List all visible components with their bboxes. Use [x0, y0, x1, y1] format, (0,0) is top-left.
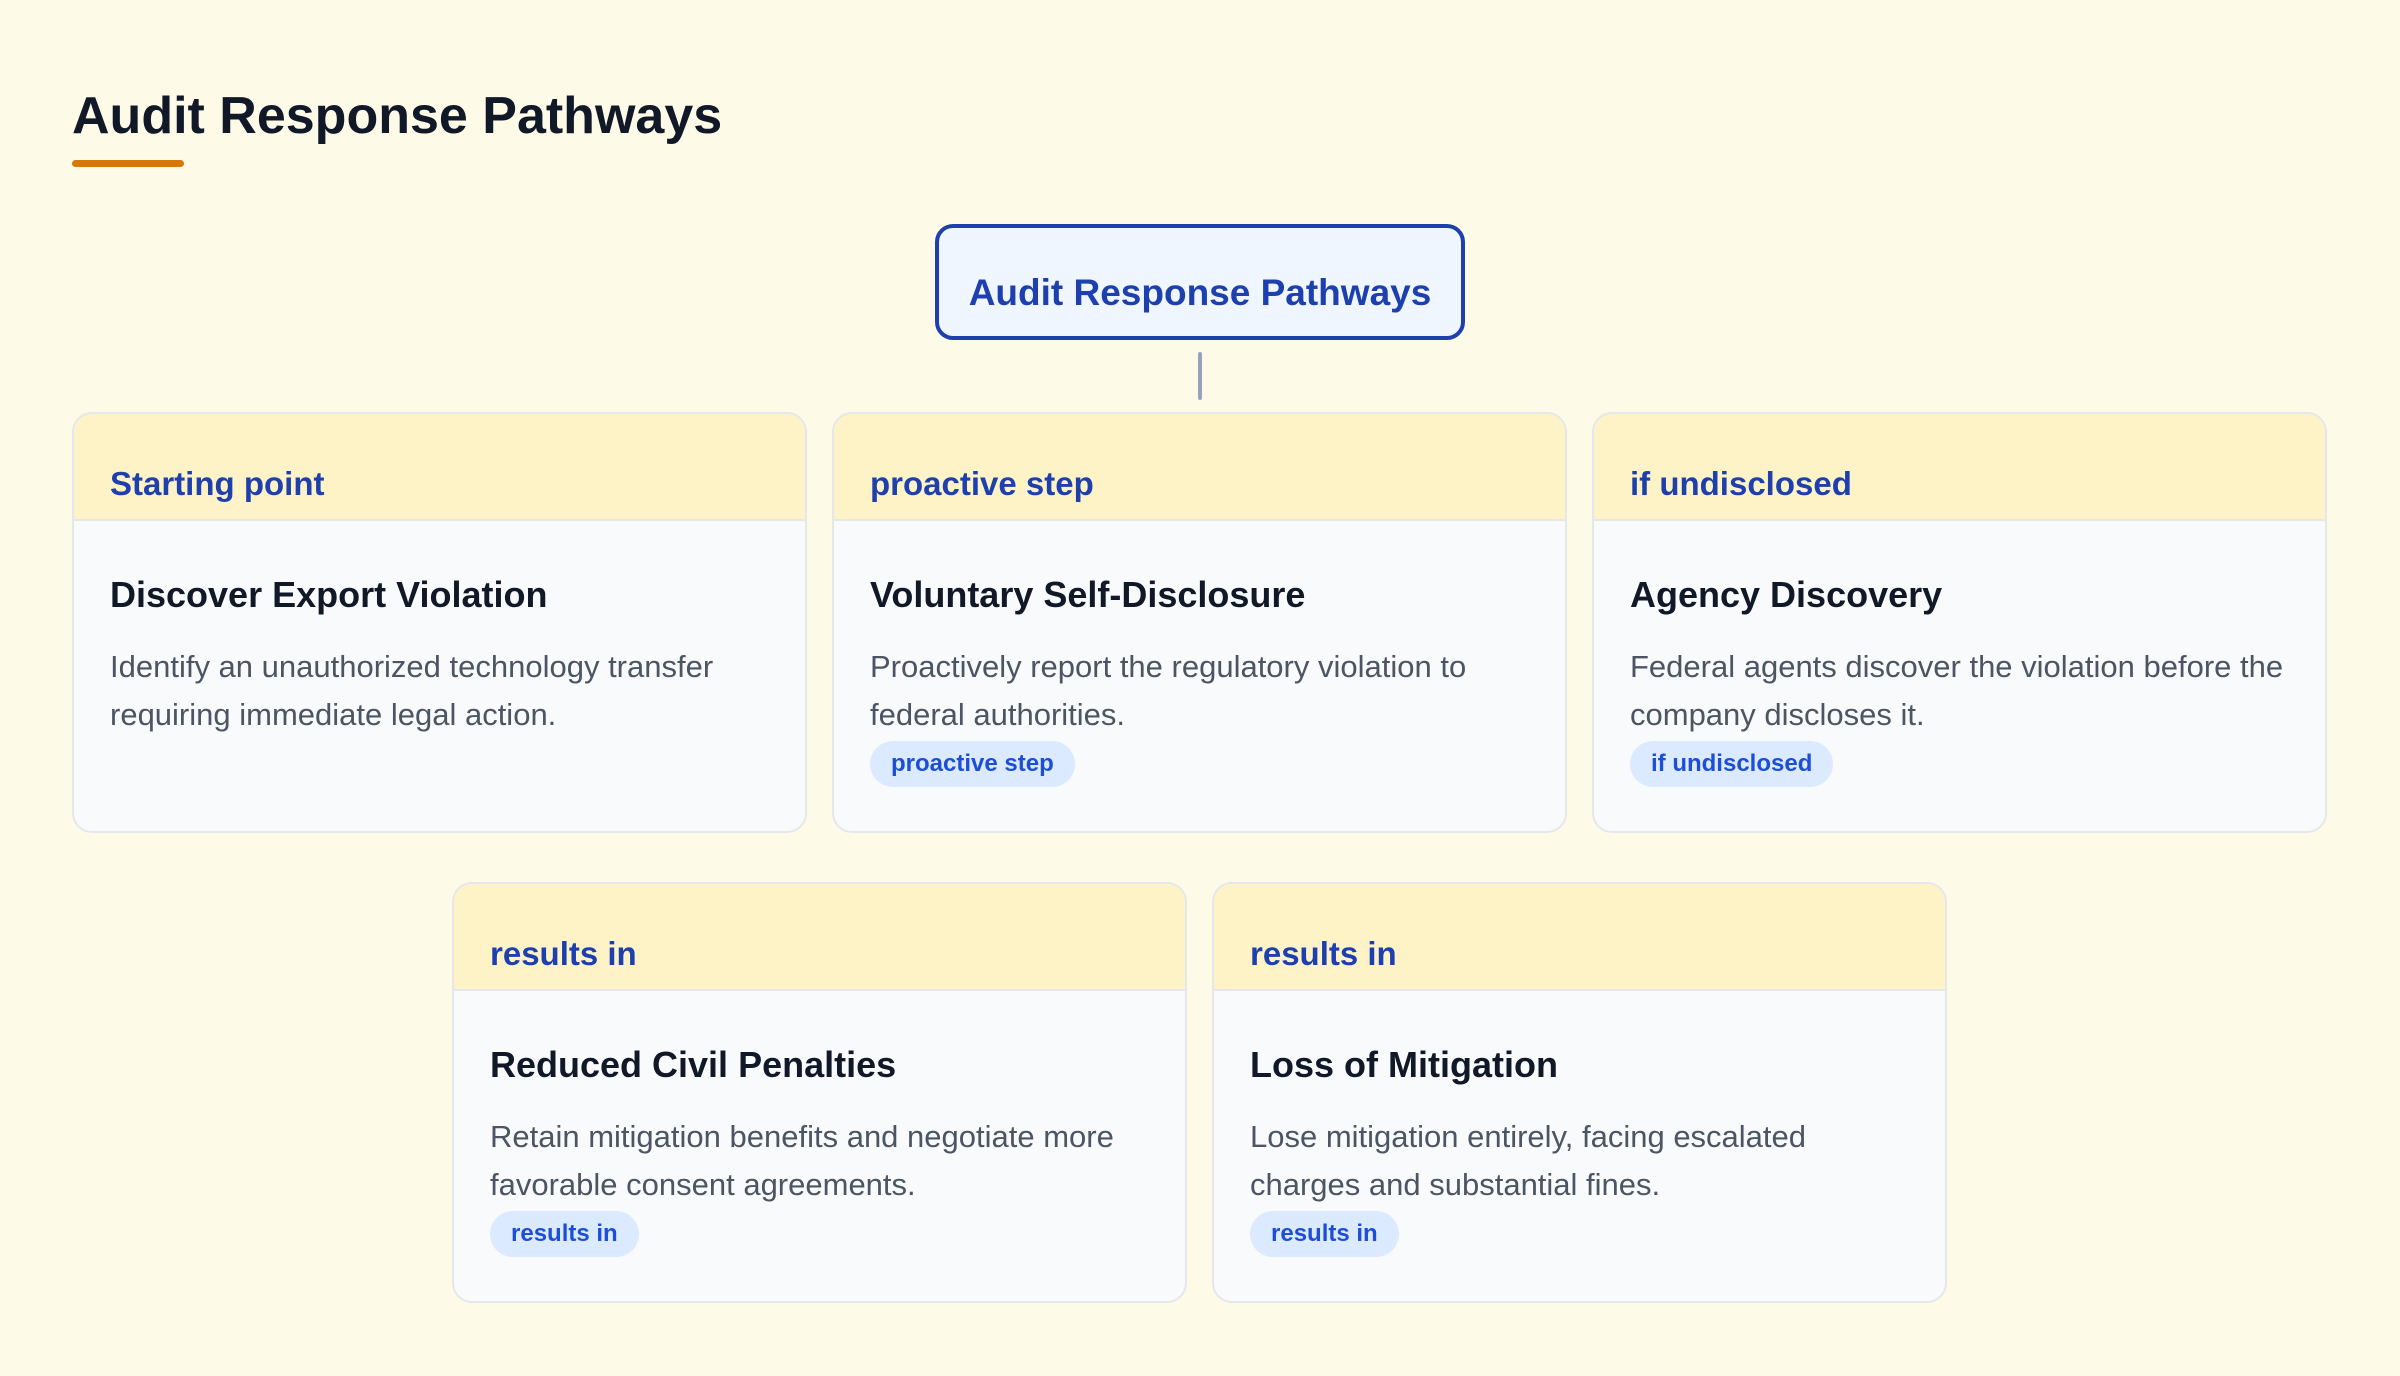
node-card-description: Identify an unauthorized technology tran…: [110, 649, 714, 732]
node-card-header: results in: [454, 884, 1185, 991]
node-card-body: Voluntary Self-Disclosure Proactively re…: [834, 521, 1565, 787]
page-title: Audit Response Pathways: [72, 87, 723, 145]
node-card-title: Voluntary Self-Disclosure: [870, 574, 1306, 615]
node-card-description: Retain mitigation benefits and negotiate…: [490, 1119, 1114, 1202]
node-card-title: Agency Discovery: [1630, 574, 1943, 615]
node-card-body: Discover Export Violation Identify an un…: [74, 521, 805, 739]
node-card-description: Proactively report the regulatory violat…: [870, 649, 1467, 732]
node-card-loss-of-mitigation[interactable]: results in Loss of Mitigation Lose mitig…: [1212, 882, 1947, 1303]
node-card-tag: results in: [490, 1211, 639, 1257]
node-card-header: results in: [1214, 884, 1945, 991]
root-node[interactable]: Audit Response Pathways: [935, 224, 1465, 340]
node-card-reduced-civil-penalties[interactable]: results in Reduced Civil Penalties Retai…: [452, 882, 1187, 1303]
node-card-header: if undisclosed: [1594, 414, 2325, 521]
node-card-tag: if undisclosed: [1630, 741, 1834, 787]
node-card-body: Reduced Civil Penalties Retain mitigatio…: [454, 991, 1185, 1257]
root-connector: [1198, 352, 1202, 400]
node-card-description: Lose mitigation entirely, facing escalat…: [1250, 1119, 1807, 1202]
node-card-body: Loss of Mitigation Lose mitigation entir…: [1214, 991, 1945, 1257]
node-card-title: Reduced Civil Penalties: [490, 1044, 897, 1085]
node-card-voluntary-self-disclosure[interactable]: proactive step Voluntary Self-Disclosure…: [832, 412, 1567, 833]
root-node-label: Audit Response Pathways: [968, 272, 1432, 313]
node-card-tag: proactive step: [870, 741, 1075, 787]
node-card-description: Federal agents discover the violation be…: [1630, 649, 2284, 732]
node-card-discover-violation[interactable]: Starting point Discover Export Violation…: [72, 412, 807, 833]
node-card-header: Starting point: [74, 414, 805, 521]
node-card-title: Loss of Mitigation: [1250, 1044, 1558, 1085]
node-card-title: Discover Export Violation: [110, 574, 548, 615]
node-card-tag: results in: [1250, 1211, 1399, 1257]
node-card-agency-discovery[interactable]: if undisclosed Agency Discovery Federal …: [1592, 412, 2327, 833]
title-underline: [72, 160, 184, 167]
node-card-header: proactive step: [834, 414, 1565, 521]
node-card-body: Agency Discovery Federal agents discover…: [1594, 521, 2325, 787]
